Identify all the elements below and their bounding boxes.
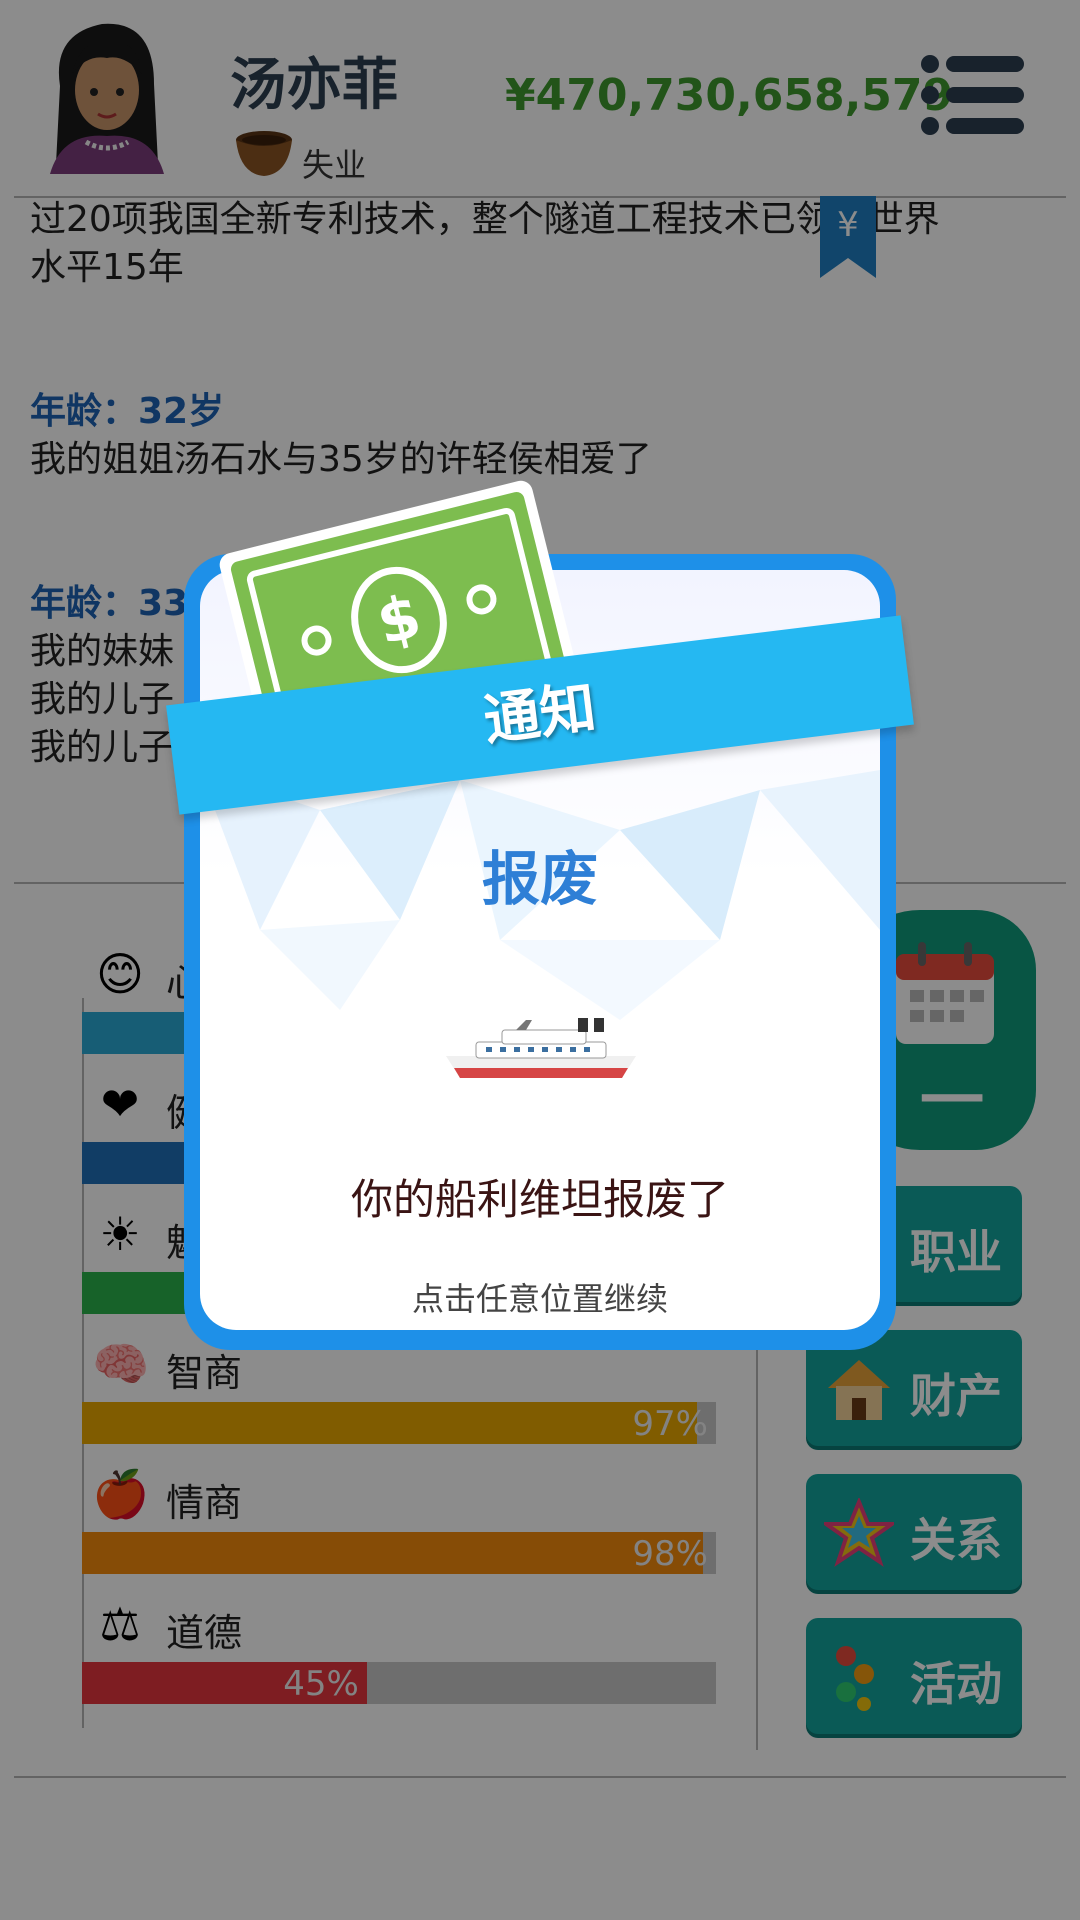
dialog-title: 报废 [481, 845, 598, 913]
dialog-message: 你的船利维坦报废了 [350, 1175, 729, 1224]
ship-icon [446, 1018, 636, 1078]
dialog-continue-hint[interactable]: 点击任意位置继续 [184, 1274, 896, 1320]
